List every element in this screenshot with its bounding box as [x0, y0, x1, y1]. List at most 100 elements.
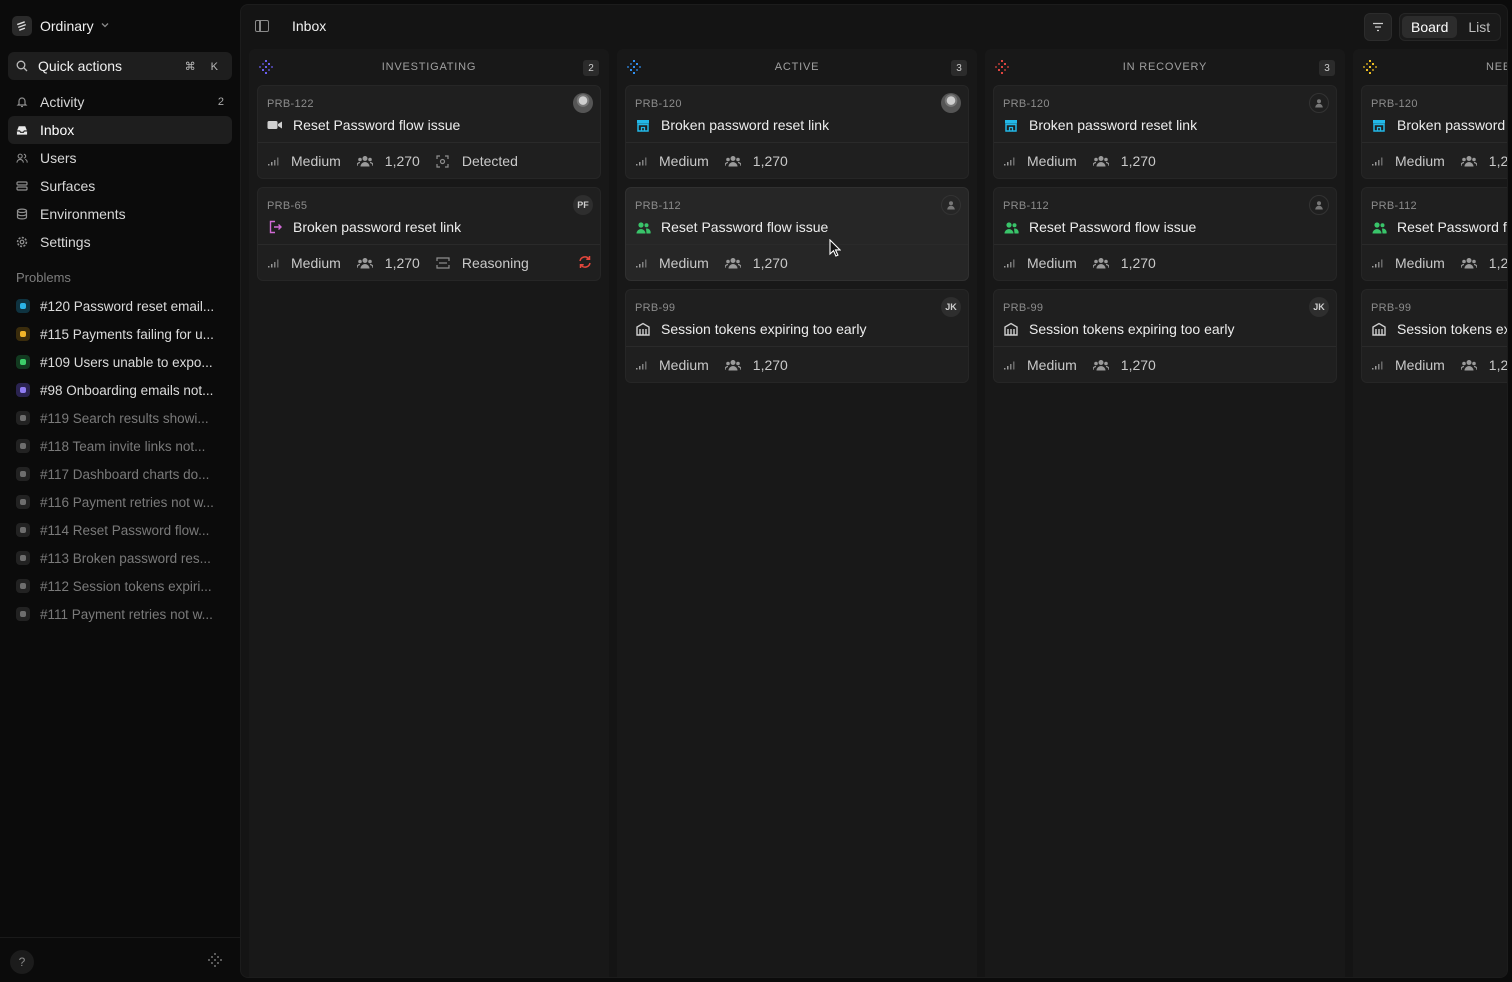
- problem-card[interactable]: PRB-99JKSession tokens expiring too earl…: [993, 289, 1337, 383]
- users-count: 1,270: [1120, 255, 1156, 271]
- assignee-avatar[interactable]: [1309, 93, 1329, 113]
- affected-users: 1,270: [724, 255, 788, 271]
- sidebar-item-surfaces[interactable]: Surfaces: [8, 172, 232, 200]
- problem-label: #120 Password reset email...: [40, 298, 215, 314]
- building-icon: [1371, 322, 1387, 336]
- building-icon: [1003, 322, 1019, 336]
- inbox-icon: [16, 124, 28, 136]
- users-icon: [635, 220, 651, 234]
- problem-item[interactable]: #119 Search results showi...: [8, 404, 232, 432]
- severity-label: Medium: [291, 255, 341, 271]
- problem-icon: [16, 607, 30, 621]
- card-meta: Medium 1,270 Detected: [267, 152, 534, 170]
- list-view-button[interactable]: List: [1459, 16, 1499, 38]
- sidebar-item-label: Surfaces: [40, 178, 96, 194]
- card-meta: Medium 1,270: [1003, 152, 1172, 170]
- severity-label: Medium: [1395, 153, 1445, 169]
- card-id: PRB-65: [267, 200, 308, 212]
- severity-label: Medium: [1027, 255, 1077, 271]
- people-icon: [356, 155, 373, 167]
- assignee-avatar[interactable]: [941, 195, 961, 215]
- problem-item[interactable]: #109 Users unable to expo...: [8, 348, 232, 376]
- problem-card[interactable]: PRB-99JKSession tokens expiring too earl…: [625, 289, 969, 383]
- card-divider: [626, 142, 968, 143]
- problem-card[interactable]: PRB-112 Reset Password flow issue Medium 1,…: [1361, 187, 1507, 281]
- board-view-button[interactable]: Board: [1402, 16, 1458, 38]
- signal-icon: [267, 257, 279, 269]
- problem-item[interactable]: #98 Onboarding emails not...: [8, 376, 232, 404]
- problem-icon: [16, 495, 30, 509]
- problem-card[interactable]: PRB-65 PF Broken password reset link Medium…: [257, 187, 601, 281]
- problem-card[interactable]: PRB-112 Reset Password flow issue Medium 1,…: [625, 187, 969, 281]
- problem-item[interactable]: #112 Session tokens expiri...: [8, 572, 232, 600]
- card-divider: [994, 142, 1336, 143]
- view-toggle: Board List: [1399, 13, 1501, 41]
- card-title: Session tokens expiring too early: [1029, 321, 1235, 337]
- dots-grid-icon[interactable]: [206, 952, 224, 973]
- card-id: PRB-112: [635, 200, 681, 212]
- card-meta: Medium 1,270: [1371, 152, 1507, 170]
- card-divider: [626, 346, 968, 347]
- card-title: Broken password reset link: [1397, 117, 1507, 133]
- affected-users: 1,270: [1092, 255, 1156, 271]
- column-title: INVESTIGATING: [381, 61, 477, 73]
- people-icon: [1092, 359, 1109, 371]
- filter-icon: [1372, 19, 1384, 35]
- card-meta: Medium 1,270: [1003, 254, 1172, 272]
- search-icon: [16, 60, 28, 72]
- sidebar-item-inbox[interactable]: Inbox: [8, 116, 232, 144]
- problem-item[interactable]: #118 Team invite links not...: [8, 432, 232, 460]
- problem-card[interactable]: PRB-122 Reset Password flow issue Medium 1,…: [257, 85, 601, 179]
- problem-item[interactable]: #120 Password reset email...: [8, 292, 232, 320]
- workspace-name: Ordinary: [40, 18, 94, 34]
- sidebar-item-activity[interactable]: Activity 2: [8, 88, 232, 116]
- card-divider: [1362, 142, 1507, 143]
- board-column-in-recovery: IN RECOVERY 3 PRB-120 Broken password reset…: [985, 49, 1345, 977]
- affected-users: 1,270: [1460, 153, 1507, 169]
- sidebar-item-environments[interactable]: Environments: [8, 200, 232, 228]
- problem-card[interactable]: PRB-99JKSession tokens expiring too earl…: [1361, 289, 1507, 383]
- assignee-avatar[interactable]: PF: [573, 195, 593, 215]
- status-label: Detected: [461, 153, 518, 169]
- assignee-avatar[interactable]: JK: [1309, 297, 1329, 317]
- logout-icon: [267, 220, 283, 234]
- card-title-row: Reset Password flow issue: [1003, 218, 1196, 236]
- sync-icon[interactable]: [578, 255, 592, 272]
- problem-card[interactable]: PRB-112 Reset Password flow issue Medium 1,…: [993, 187, 1337, 281]
- card-title: Session tokens expiring too early: [1397, 321, 1507, 337]
- card-id: PRB-120: [1003, 98, 1050, 110]
- problem-label: #118 Team invite links not...: [40, 438, 206, 454]
- card-title-row: Broken password reset link: [1371, 116, 1507, 134]
- people-icon: [1092, 155, 1109, 167]
- workspace-switcher[interactable]: Ordinary: [12, 14, 110, 38]
- problem-icon: [16, 551, 30, 565]
- problem-item[interactable]: #113 Broken password res...: [8, 544, 232, 572]
- sidebar-item-settings[interactable]: Settings: [8, 228, 232, 256]
- problem-icon: [16, 523, 30, 537]
- problem-label: #112 Session tokens expiri...: [40, 578, 212, 594]
- filter-button[interactable]: [1364, 13, 1392, 41]
- signal-icon: [1003, 257, 1015, 269]
- assignee-avatar[interactable]: JK: [941, 297, 961, 317]
- problem-item[interactable]: #115 Payments failing for u...: [8, 320, 232, 348]
- quick-actions-button[interactable]: Quick actions ⌘ K: [8, 52, 232, 80]
- problem-card[interactable]: PRB-120 Broken password reset link Medium 1…: [625, 85, 969, 179]
- help-button[interactable]: ?: [10, 950, 34, 974]
- problem-item[interactable]: #117 Dashboard charts do...: [8, 460, 232, 488]
- sidebar-item-users[interactable]: Users: [8, 144, 232, 172]
- sidebar-toggle-icon[interactable]: [255, 20, 269, 32]
- problem-card[interactable]: PRB-120 Broken password reset link Medium 1…: [1361, 85, 1507, 179]
- problem-item[interactable]: #116 Payment retries not w...: [8, 488, 232, 516]
- signal-icon: [1371, 155, 1383, 167]
- card-id: PRB-122: [267, 98, 314, 110]
- affected-users: 1,270: [724, 357, 788, 373]
- problem-card[interactable]: PRB-120 Broken password reset link Medium 1…: [993, 85, 1337, 179]
- problem-item[interactable]: #111 Payment retries not w...: [8, 600, 232, 628]
- card-meta: Medium 1,270 Reasoning: [267, 254, 545, 272]
- problem-item[interactable]: #114 Reset Password flow...: [8, 516, 232, 544]
- assignee-avatar[interactable]: [573, 93, 593, 113]
- assignee-avatar[interactable]: [941, 93, 961, 113]
- assignee-avatar[interactable]: [1309, 195, 1329, 215]
- signal-icon: [635, 257, 647, 269]
- card-title: Reset Password flow issue: [661, 219, 829, 235]
